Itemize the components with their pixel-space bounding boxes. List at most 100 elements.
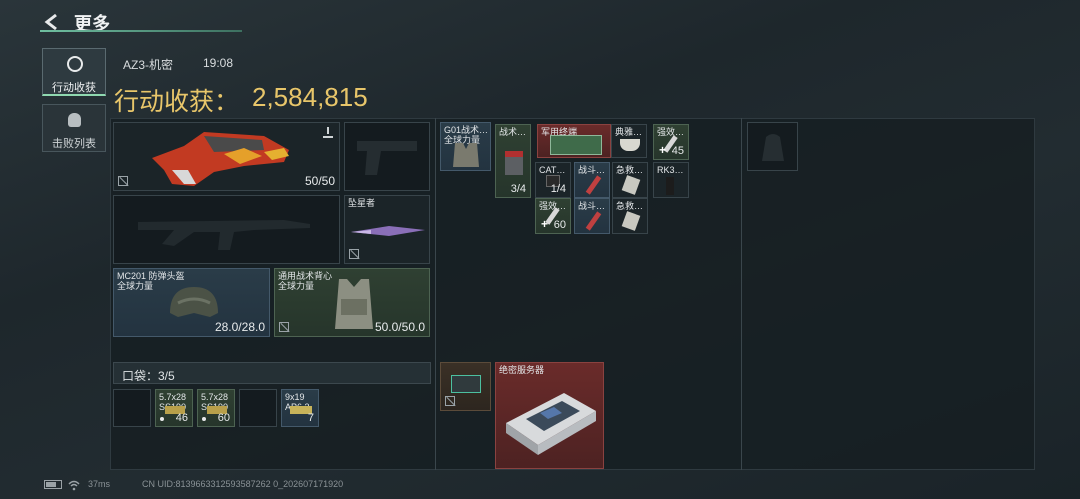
vest-sub: 全球力量 <box>278 281 315 291</box>
download-icon[interactable] <box>323 127 333 138</box>
ammo-count: 46 <box>175 412 188 424</box>
helmet-name: MC201 防弹头盔 <box>117 271 185 281</box>
container-slot[interactable] <box>440 362 491 411</box>
rig-item[interactable]: 强效… + 45 <box>653 124 689 160</box>
injector-icon <box>585 175 602 195</box>
rig-item[interactable]: 强效… + 60 <box>535 198 571 234</box>
p90-weapon-icon <box>152 132 289 186</box>
item-name: 急救… <box>616 165 644 175</box>
backpack-slot[interactable] <box>747 122 798 171</box>
heal-plus-icon: + <box>541 217 549 231</box>
title-underline <box>40 30 242 32</box>
vest-slot[interactable]: 通用战术背心 全球力量 50.0/50.0 <box>274 268 430 337</box>
injector-icon <box>585 211 602 231</box>
teacup-icon <box>620 139 640 151</box>
unlocked-icon <box>118 176 128 186</box>
item-count: 60 <box>553 219 566 231</box>
knife-icon <box>351 226 425 236</box>
rig-item[interactable]: 军用终端 <box>537 124 611 158</box>
item-name: CAT… <box>539 165 566 175</box>
pocket-slot[interactable]: 5.7x28 SS190 60 <box>197 389 235 427</box>
uid: CN UID:8139663312593587262 0_20260717192… <box>142 479 344 489</box>
pocket-slot-empty[interactable] <box>239 389 277 427</box>
vest-durability: 50.0/50.0 <box>374 320 425 334</box>
item-name: 急救… <box>616 201 644 211</box>
rig-item[interactable]: 急救… <box>612 162 648 198</box>
divider <box>435 118 436 470</box>
battery-icon <box>44 480 62 489</box>
vest-icon <box>335 279 373 329</box>
primary-weapon-slot[interactable]: 50/50 <box>113 122 340 191</box>
helmet-sub: 全球力量 <box>117 281 154 291</box>
ping: 37ms <box>88 479 111 489</box>
bullet-dot-icon <box>160 417 164 421</box>
item-count: 1/4 <box>550 183 566 195</box>
server-icon <box>506 393 596 455</box>
tab-kills[interactable]: 击败列表 <box>42 104 106 152</box>
server-name: 绝密服务器 <box>499 365 545 375</box>
rig-item[interactable]: 战斗… <box>574 162 610 198</box>
bullet-dot-icon <box>202 417 206 421</box>
server-slot[interactable]: 绝密服务器 <box>495 362 604 469</box>
pocket-slot[interactable]: 5.7x28 SS190 46 <box>155 389 193 427</box>
skull-icon <box>68 113 81 127</box>
melee-name: 坠星者 <box>348 198 376 208</box>
rig-item[interactable]: 战斗… <box>574 198 610 234</box>
item-name: 典雅… <box>615 127 643 137</box>
item-name: RK3… <box>657 165 684 175</box>
unlocked-icon <box>349 249 359 259</box>
wifi-icon <box>68 478 80 491</box>
back-arrow-icon <box>44 13 57 31</box>
item-count: 45 <box>671 145 684 157</box>
haul-label: 行动收获： <box>114 88 240 116</box>
rifle-icon <box>138 220 310 250</box>
backpack-icon <box>762 134 784 161</box>
unlocked-icon <box>279 322 289 332</box>
item-name: 战斗… <box>578 165 606 175</box>
rig-item[interactable]: RK3… <box>653 162 689 198</box>
rig-item[interactable]: 急救… <box>612 198 648 234</box>
helmet-slot[interactable]: MC201 防弹头盔 全球力量 28.0/28.0 <box>113 268 270 337</box>
rig-item[interactable]: 典雅… <box>611 124 647 158</box>
divider <box>741 118 742 470</box>
item-name: 战术… <box>499 127 527 137</box>
tab-loot-label: 行动收获 <box>52 82 96 94</box>
pocket-slot[interactable]: 9x19 AP6.3 7 <box>281 389 319 427</box>
item-name: 强效… <box>657 127 685 137</box>
rig-item[interactable]: CAT… 1/4 <box>535 162 571 198</box>
pocket-slot-empty[interactable] <box>113 389 151 427</box>
map-name: AZ3-机密 <box>123 58 174 72</box>
rig-name: G01战术… <box>444 125 489 135</box>
ammo-count: 7 <box>307 412 314 424</box>
pocket-label: 口袋：3/5 <box>122 369 175 383</box>
back-button[interactable] <box>42 12 62 32</box>
page-title: 更多 <box>74 14 110 34</box>
match-time: 19:08 <box>203 56 234 70</box>
vest-name: 通用战术背心 <box>278 271 333 281</box>
tab-kills-label: 击败列表 <box>52 138 96 150</box>
tab-loot[interactable]: 行动收获 <box>42 48 106 96</box>
haul-value: 2,584,815 <box>252 82 368 112</box>
pistol-icon <box>357 141 417 175</box>
loot-icon <box>67 56 83 72</box>
terminal-icon <box>550 135 602 155</box>
item-count: 3/4 <box>510 183 526 195</box>
helmet-durability: 28.0/28.0 <box>214 320 265 334</box>
pistol-slot[interactable] <box>344 122 430 191</box>
pocket-header: 口袋：3/5 <box>113 362 431 384</box>
rig-slot[interactable]: G01战术… 全球力量 <box>440 122 491 171</box>
rig-icon <box>453 143 479 167</box>
medkit-icon <box>505 151 523 175</box>
unlocked-icon <box>445 396 455 406</box>
bandage-icon <box>621 211 641 231</box>
bandage-icon <box>621 175 641 195</box>
melee-slot[interactable]: 坠星者 <box>344 195 430 264</box>
item-name: 战斗… <box>578 201 606 211</box>
primary-ammo: 50/50 <box>304 174 335 188</box>
ammo-count: 60 <box>217 412 230 424</box>
magazine-icon <box>666 177 674 195</box>
heal-plus-icon: + <box>659 143 667 157</box>
container-icon <box>451 375 481 393</box>
secondary-weapon-slot[interactable] <box>113 195 340 264</box>
rig-item[interactable]: 战术… 3/4 <box>495 124 531 198</box>
